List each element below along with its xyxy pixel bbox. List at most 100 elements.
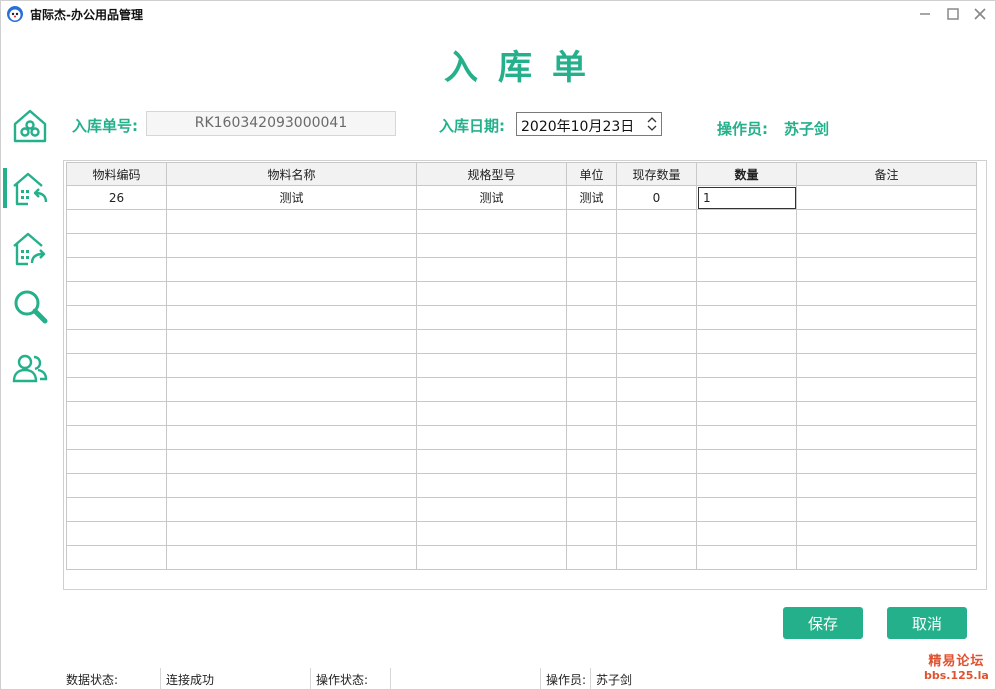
table-row-empty[interactable]: [66, 473, 977, 498]
table-cell-empty[interactable]: [566, 449, 617, 474]
cell-stock[interactable]: 0: [616, 185, 697, 210]
table-cell-empty[interactable]: [166, 353, 417, 378]
table-cell-empty[interactable]: [166, 281, 417, 306]
table-cell-empty[interactable]: [796, 353, 977, 378]
table-row-empty[interactable]: [66, 425, 977, 450]
table-cell-empty[interactable]: [566, 233, 617, 258]
table-cell-empty[interactable]: [416, 425, 567, 450]
table-cell-empty[interactable]: [66, 233, 167, 258]
cell-spec[interactable]: 测试: [416, 185, 567, 210]
table-cell-empty[interactable]: [66, 353, 167, 378]
table-cell-empty[interactable]: [696, 305, 797, 330]
table-cell-empty[interactable]: [696, 233, 797, 258]
table-cell-empty[interactable]: [66, 449, 167, 474]
table-cell-empty[interactable]: [796, 497, 977, 522]
date-picker[interactable]: 2020年10月23日: [516, 112, 662, 136]
column-header-remark[interactable]: 备注: [796, 162, 977, 186]
table-cell-empty[interactable]: [416, 401, 567, 426]
table-cell-empty[interactable]: [696, 209, 797, 234]
table-cell-empty[interactable]: [166, 329, 417, 354]
table-cell-empty[interactable]: [566, 545, 617, 570]
table-cell-empty[interactable]: [616, 257, 697, 282]
table-cell-empty[interactable]: [616, 377, 697, 402]
table-cell-empty[interactable]: [796, 233, 977, 258]
table-cell-empty[interactable]: [566, 521, 617, 546]
maximize-icon[interactable]: [942, 3, 964, 25]
table-cell-empty[interactable]: [66, 305, 167, 330]
table-cell-empty[interactable]: [416, 353, 567, 378]
table-cell-empty[interactable]: [66, 521, 167, 546]
column-header-code[interactable]: 物料编码: [66, 162, 167, 186]
table-cell-empty[interactable]: [796, 281, 977, 306]
table-cell-empty[interactable]: [166, 521, 417, 546]
table-cell-empty[interactable]: [416, 497, 567, 522]
table-cell-empty[interactable]: [796, 545, 977, 570]
table-cell-empty[interactable]: [66, 377, 167, 402]
table-cell-empty[interactable]: [66, 329, 167, 354]
table-cell-empty[interactable]: [416, 449, 567, 474]
table-row-empty[interactable]: [66, 401, 977, 426]
sidebar-item-home[interactable]: [8, 104, 52, 148]
table-cell-empty[interactable]: [166, 305, 417, 330]
table-cell-empty[interactable]: [166, 473, 417, 498]
table-cell-empty[interactable]: [566, 329, 617, 354]
table-cell-empty[interactable]: [796, 473, 977, 498]
table-cell-empty[interactable]: [166, 449, 417, 474]
spinner-arrows-icon[interactable]: [646, 115, 658, 133]
table-row-empty[interactable]: [66, 497, 977, 522]
cell-code[interactable]: 26: [66, 185, 167, 210]
table-cell-empty[interactable]: [616, 545, 697, 570]
cancel-button[interactable]: 取消: [887, 607, 967, 639]
table-cell-empty[interactable]: [616, 329, 697, 354]
cell-unit[interactable]: 测试: [566, 185, 617, 210]
table-cell-empty[interactable]: [696, 521, 797, 546]
table-cell-empty[interactable]: [566, 257, 617, 282]
table-cell-empty[interactable]: [616, 497, 697, 522]
table-cell-empty[interactable]: [166, 545, 417, 570]
table-cell-empty[interactable]: [566, 473, 617, 498]
table-cell-empty[interactable]: [616, 305, 697, 330]
table-cell-empty[interactable]: [416, 377, 567, 402]
table-row-empty[interactable]: [66, 281, 977, 306]
table-cell-empty[interactable]: [696, 449, 797, 474]
table-cell-empty[interactable]: [696, 377, 797, 402]
table-cell-empty[interactable]: [616, 281, 697, 306]
table-cell-empty[interactable]: [416, 281, 567, 306]
cell-name[interactable]: 测试: [166, 185, 417, 210]
table-cell-empty[interactable]: [616, 473, 697, 498]
table-row-empty[interactable]: [66, 257, 977, 282]
table-cell-empty[interactable]: [616, 209, 697, 234]
table-cell-empty[interactable]: [166, 401, 417, 426]
close-icon[interactable]: [969, 3, 991, 25]
table-cell-empty[interactable]: [696, 329, 797, 354]
table-cell-empty[interactable]: [66, 497, 167, 522]
table-cell-empty[interactable]: [416, 257, 567, 282]
sidebar-item-stock-out[interactable]: [8, 226, 52, 270]
table-cell-empty[interactable]: [416, 329, 567, 354]
sidebar-item-stock-in[interactable]: [8, 166, 52, 210]
table-cell-empty[interactable]: [166, 425, 417, 450]
table-cell-empty[interactable]: [566, 401, 617, 426]
table-cell-empty[interactable]: [416, 305, 567, 330]
column-header-unit[interactable]: 单位: [566, 162, 617, 186]
table-cell-empty[interactable]: [166, 209, 417, 234]
table-cell-empty[interactable]: [796, 449, 977, 474]
table-cell-empty[interactable]: [696, 401, 797, 426]
table-row-empty[interactable]: [66, 329, 977, 354]
table-cell-empty[interactable]: [566, 209, 617, 234]
table-cell-empty[interactable]: [66, 209, 167, 234]
table-cell-empty[interactable]: [66, 545, 167, 570]
table-row-empty[interactable]: [66, 305, 977, 330]
table-cell-empty[interactable]: [796, 425, 977, 450]
table-cell-empty[interactable]: [696, 497, 797, 522]
table-cell-empty[interactable]: [696, 353, 797, 378]
table-cell-empty[interactable]: [616, 425, 697, 450]
sidebar-item-search[interactable]: [8, 284, 52, 328]
table-cell-empty[interactable]: [66, 401, 167, 426]
column-header-name[interactable]: 物料名称: [166, 162, 417, 186]
table-cell-empty[interactable]: [616, 401, 697, 426]
table-cell-empty[interactable]: [166, 377, 417, 402]
table-cell-empty[interactable]: [796, 257, 977, 282]
table-cell-empty[interactable]: [796, 521, 977, 546]
table-cell-empty[interactable]: [696, 425, 797, 450]
